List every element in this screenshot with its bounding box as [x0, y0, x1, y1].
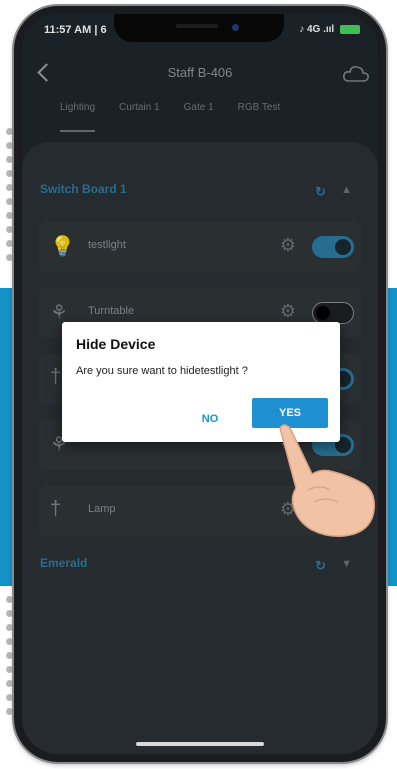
home-indicator[interactable] [136, 742, 264, 746]
dialog-message: Are you sure want to hidetestlight ? [76, 365, 248, 377]
no-button[interactable]: NO [182, 406, 238, 432]
pointing-hand-icon [279, 424, 376, 537]
dialog-title: Hide Device [76, 336, 156, 352]
